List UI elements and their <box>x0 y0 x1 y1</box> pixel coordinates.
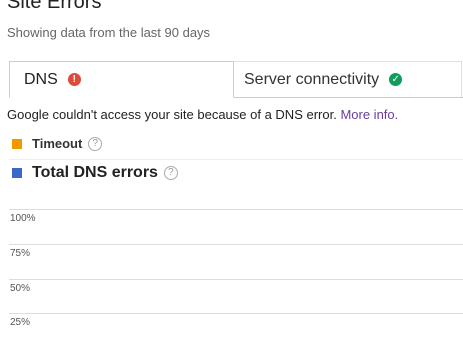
y-tick-label: 100% <box>10 213 36 224</box>
check-icon: ✓ <box>389 73 403 86</box>
help-icon[interactable]: ? <box>163 166 178 180</box>
gridline <box>9 313 463 314</box>
more-info-link[interactable]: More info. <box>340 107 398 122</box>
y-tick-label: 75% <box>10 248 31 259</box>
tab-dns[interactable]: DNS ! <box>9 61 234 98</box>
timeout-swatch <box>12 138 22 149</box>
gridline <box>9 209 463 210</box>
gridline <box>9 279 463 280</box>
tab-server-connectivity-label: Server connectivity <box>244 70 380 88</box>
gridline <box>9 244 463 245</box>
tab-dns-label: DNS <box>24 70 58 88</box>
legend-total-label: Total DNS errors <box>32 164 158 181</box>
total-dns-errors-swatch <box>12 168 22 178</box>
y-tick-label: 25% <box>10 317 31 328</box>
dns-error-text: Google couldn't access your site because… <box>7 107 337 122</box>
help-icon[interactable]: ? <box>88 136 103 151</box>
tab-bar: DNS ! Server connectivity ✓ <box>9 61 463 98</box>
legend-item-timeout[interactable]: Timeout ? <box>12 136 103 151</box>
page-title: Site Errors <box>7 0 102 13</box>
legend-divider <box>9 159 463 160</box>
legend-item-total-dns-errors[interactable]: Total DNS errors ? <box>12 164 178 182</box>
legend-timeout-label: Timeout <box>32 136 83 151</box>
page-subtitle: Showing data from the last 90 days <box>7 25 211 40</box>
tab-server-connectivity[interactable]: Server connectivity ✓ <box>234 61 462 97</box>
dns-error-message: Google couldn't access your site because… <box>7 107 398 122</box>
error-icon: ! <box>67 73 81 86</box>
y-tick-label: 50% <box>10 283 31 294</box>
